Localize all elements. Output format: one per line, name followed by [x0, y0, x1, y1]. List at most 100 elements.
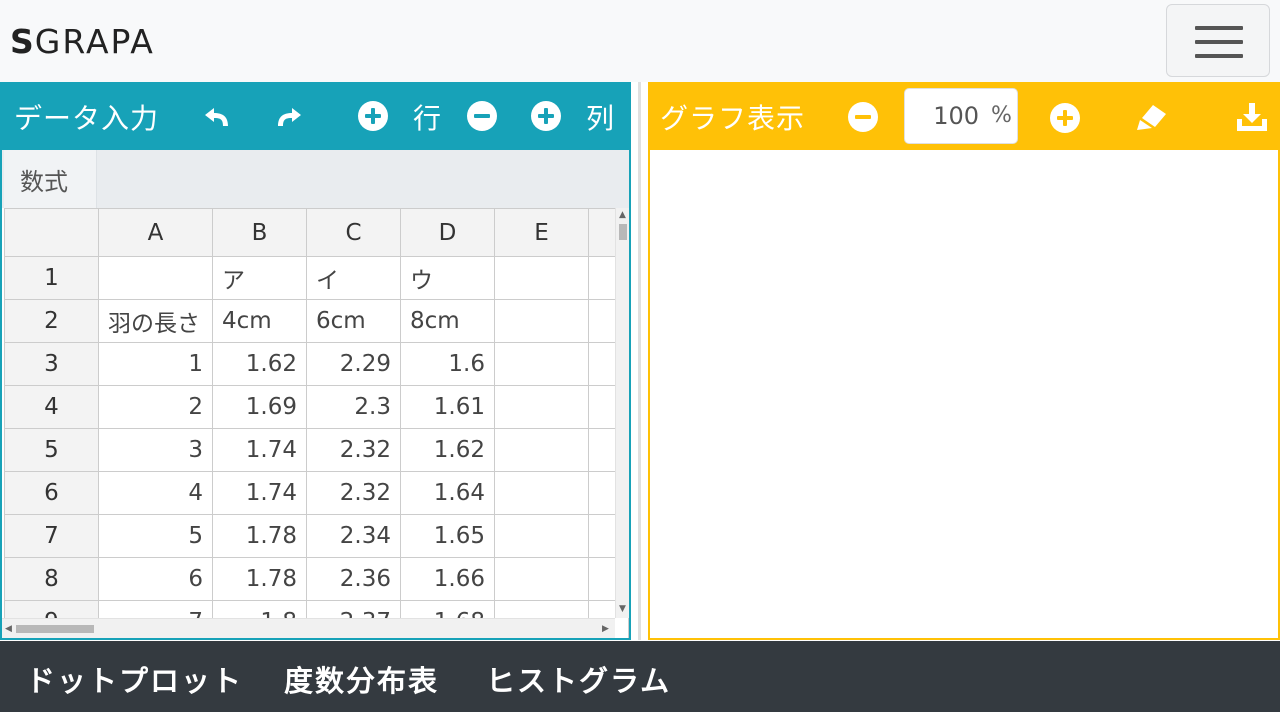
zoom-control: %	[904, 88, 1018, 144]
cell[interactable]: 2.29	[306, 342, 401, 386]
column-header-a[interactable]: A	[98, 208, 213, 257]
cell[interactable]: 1.78	[212, 557, 307, 601]
cell[interactable]: 2.3	[306, 385, 401, 429]
cell[interactable]: 1.74	[212, 428, 307, 472]
column-header-b[interactable]: B	[212, 208, 307, 257]
cell[interactable]	[494, 256, 589, 300]
redo-icon	[278, 108, 301, 126]
row-header[interactable]: 5	[4, 428, 99, 472]
logo-mark: S	[10, 22, 35, 61]
table-row: 6 4 1.74 2.32 1.64	[4, 471, 629, 515]
zoom-input[interactable]	[913, 89, 979, 143]
cell[interactable]: 5	[98, 514, 213, 558]
cell[interactable]: 1.6	[400, 342, 495, 386]
cell[interactable]: 3	[98, 428, 213, 472]
cell[interactable]	[494, 299, 589, 343]
cell[interactable]: 4cm	[212, 299, 307, 343]
data-toolbar: データ入力 行 列	[2, 82, 629, 150]
cell[interactable]: ウ	[400, 256, 495, 300]
edit-button[interactable]	[1132, 100, 1172, 132]
graph-toolbar: グラフ表示 %	[650, 82, 1278, 150]
cell[interactable]: 1.64	[400, 471, 495, 515]
hamburger-menu-button[interactable]	[1166, 4, 1270, 77]
cell[interactable]	[494, 557, 589, 601]
remove-row-button[interactable]	[467, 101, 497, 131]
cell[interactable]: 8cm	[400, 299, 495, 343]
nav-frequency-table[interactable]: 度数分布表	[284, 658, 439, 700]
panel-divider[interactable]	[638, 82, 641, 640]
table-row: 3 1 1.62 2.29 1.6	[4, 342, 629, 386]
cell[interactable]: 2.32	[306, 428, 401, 472]
cell[interactable]	[494, 471, 589, 515]
cell[interactable]	[98, 256, 213, 300]
row-header[interactable]: 6	[4, 471, 99, 515]
row-header[interactable]: 1	[4, 256, 99, 300]
minus-circle-icon	[467, 101, 497, 131]
vertical-scrollbar[interactable]: ▲ ▼	[615, 208, 629, 618]
download-button[interactable]	[1234, 100, 1270, 134]
scroll-left-arrow-icon[interactable]: ◀	[5, 624, 12, 634]
vertical-scroll-thumb[interactable]	[619, 224, 627, 240]
app-header: SGRAPA	[0, 0, 1280, 82]
cell[interactable]	[494, 385, 589, 429]
nav-dot-plot[interactable]: ドットプロット	[26, 658, 243, 700]
cell[interactable]: 1	[98, 342, 213, 386]
row-label: 行	[413, 102, 442, 135]
graph-panel: グラフ表示 %	[648, 82, 1280, 640]
zoom-unit: %	[991, 103, 1012, 128]
cell[interactable]: 1.61	[400, 385, 495, 429]
zoom-in-button[interactable]	[1050, 103, 1080, 133]
row-header[interactable]: 7	[4, 514, 99, 558]
scroll-right-arrow-icon[interactable]: ▶	[602, 624, 609, 634]
cell[interactable]	[494, 428, 589, 472]
horizontal-scrollbar[interactable]: ◀ ▶	[2, 618, 615, 638]
add-row-button[interactable]	[358, 101, 388, 131]
table-row: 1 ア イ ウ	[4, 256, 629, 300]
cell[interactable]	[494, 514, 589, 558]
row-header[interactable]: 3	[4, 342, 99, 386]
column-header-row: A B C D E	[4, 208, 629, 257]
cell[interactable]: 1.62	[212, 342, 307, 386]
cell[interactable]	[494, 342, 589, 386]
cell[interactable]: 6	[98, 557, 213, 601]
cell[interactable]: 1.69	[212, 385, 307, 429]
formula-bar[interactable]: 数式	[2, 150, 629, 208]
cell[interactable]: 2.32	[306, 471, 401, 515]
nav-histogram[interactable]: ヒストグラム	[486, 658, 671, 700]
scroll-up-arrow-icon[interactable]: ▲	[619, 210, 626, 220]
redo-button[interactable]	[270, 102, 306, 132]
cell[interactable]: 1.62	[400, 428, 495, 472]
row-header[interactable]: 8	[4, 557, 99, 601]
horizontal-scroll-thumb[interactable]	[16, 625, 94, 633]
cell[interactable]: 1.78	[212, 514, 307, 558]
plus-circle-icon	[531, 101, 561, 131]
graph-canvas[interactable]	[650, 150, 1278, 638]
cell[interactable]: 2.36	[306, 557, 401, 601]
row-header[interactable]: 2	[4, 299, 99, 343]
cell[interactable]: イ	[306, 256, 401, 300]
cell[interactable]: 4	[98, 471, 213, 515]
add-column-button[interactable]	[531, 101, 561, 131]
cell[interactable]: 1.74	[212, 471, 307, 515]
plus-circle-icon	[358, 101, 388, 131]
cell[interactable]: 2.34	[306, 514, 401, 558]
cell[interactable]: 1.66	[400, 557, 495, 601]
table-row: 7 5 1.78 2.34 1.65	[4, 514, 629, 558]
row-header[interactable]: 4	[4, 385, 99, 429]
formula-label: 数式	[4, 150, 97, 208]
zoom-out-button[interactable]	[848, 102, 878, 132]
cell[interactable]: 羽の長さ	[98, 299, 213, 343]
cell[interactable]: 6cm	[306, 299, 401, 343]
cell[interactable]: ア	[212, 256, 307, 300]
undo-button[interactable]	[200, 102, 236, 132]
column-header-c[interactable]: C	[306, 208, 401, 257]
cell[interactable]: 1.65	[400, 514, 495, 558]
column-header-d[interactable]: D	[400, 208, 495, 257]
logo-text: GRAPA	[34, 22, 155, 61]
cell[interactable]: 2	[98, 385, 213, 429]
undo-icon	[205, 108, 228, 126]
column-header-e[interactable]: E	[494, 208, 589, 257]
corner-cell[interactable]	[4, 208, 99, 257]
spreadsheet[interactable]: A B C D E 1 ア イ ウ 2 羽の長さ 4cm 6cm 8cm 3 1…	[2, 208, 629, 638]
scroll-down-arrow-icon[interactable]: ▼	[619, 604, 626, 614]
